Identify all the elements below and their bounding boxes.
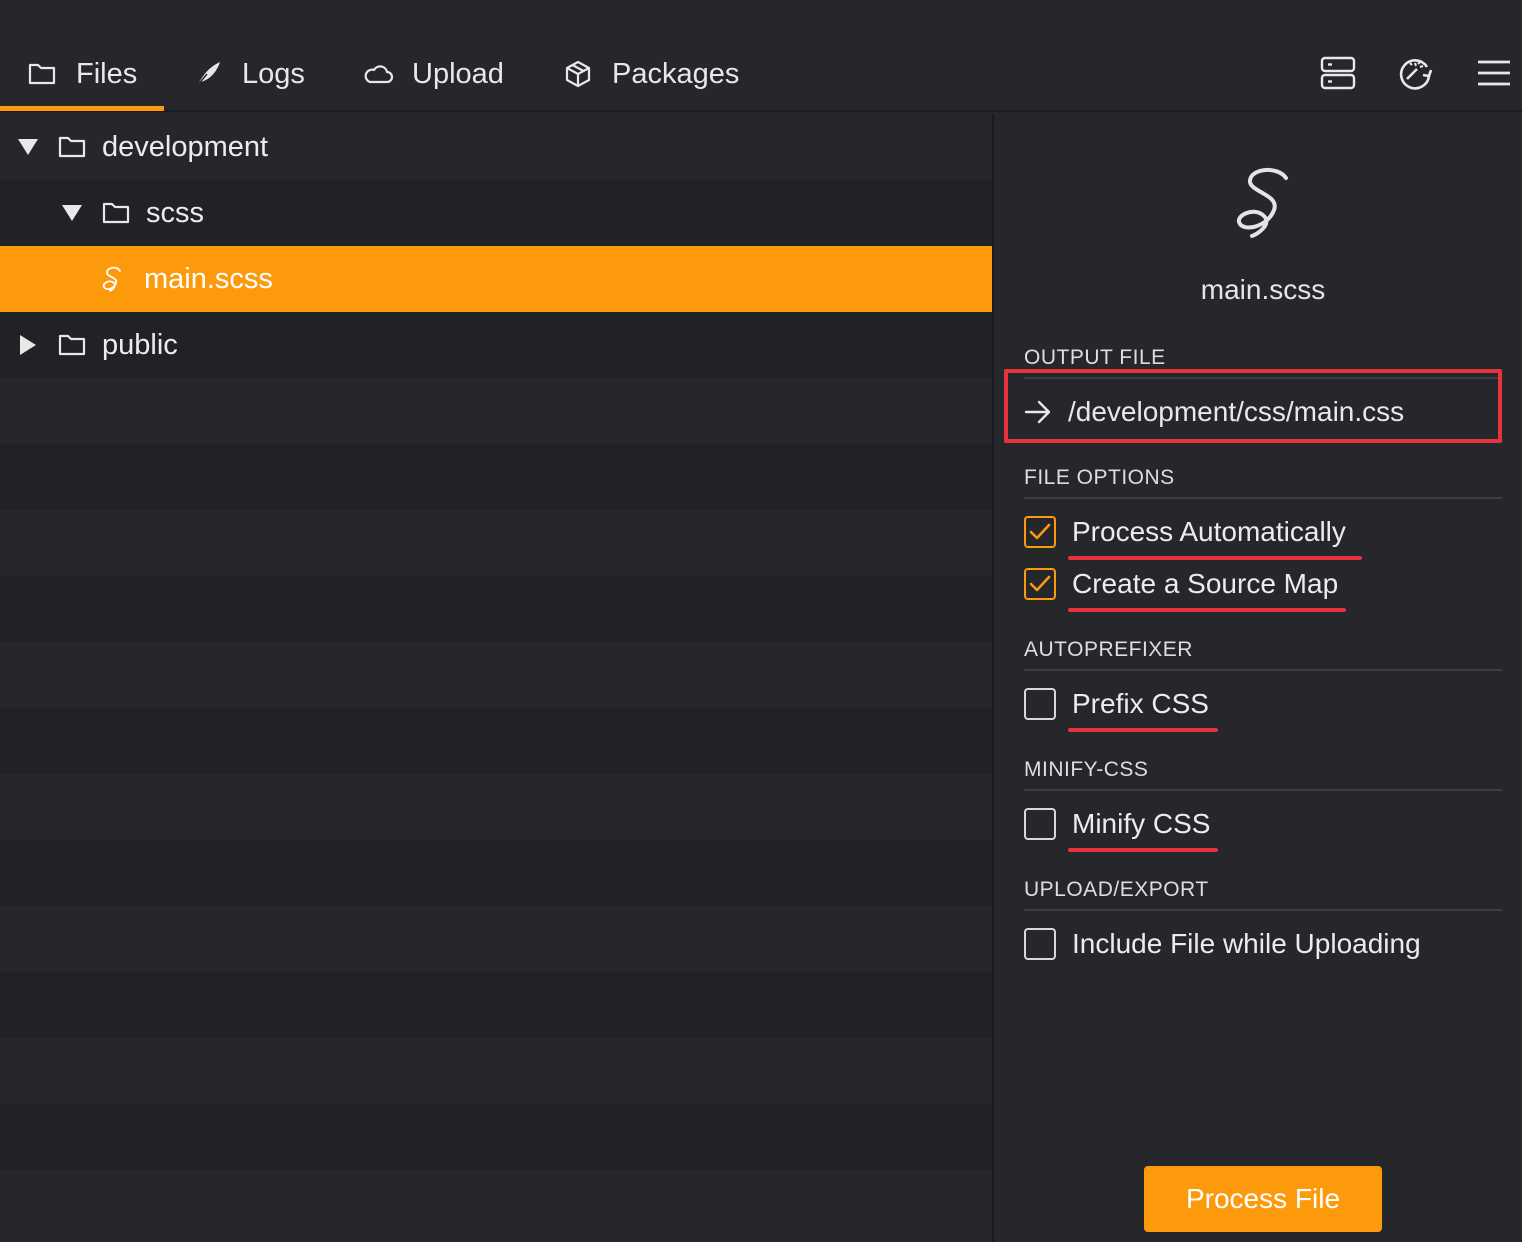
section-divider <box>1024 789 1502 791</box>
file-inspector-panel: main.scss OUTPUT FILE /development/css/m… <box>994 114 1522 1242</box>
empty-row <box>0 576 992 642</box>
folder-icon <box>26 58 58 90</box>
tree-folder-scss[interactable]: scss <box>60 180 204 246</box>
checkbox-unchecked[interactable] <box>1024 688 1056 720</box>
minify-css-option[interactable]: Minify CSS <box>1024 804 1218 852</box>
tab-label: Upload <box>412 57 504 90</box>
section-divider <box>1024 497 1502 499</box>
prefix-css-option[interactable]: Prefix CSS <box>1024 684 1218 732</box>
top-tab-bar: Files Logs Upload Packages <box>0 0 1522 112</box>
annotation-underline <box>1068 848 1218 852</box>
tree-item-label: scss <box>146 196 204 229</box>
section-divider <box>1024 909 1502 911</box>
empty-row <box>0 1038 992 1104</box>
file-tree: development scss main.scss public <box>0 114 992 1242</box>
output-path-text: /development/css/main.css <box>1068 396 1405 427</box>
empty-row <box>0 708 992 774</box>
option-label-wrap: Create a Source Map <box>1068 568 1346 612</box>
refresh-build-icon[interactable] <box>1394 52 1436 94</box>
option-label-wrap: Minify CSS <box>1068 808 1218 852</box>
tab-files[interactable]: Files <box>26 48 137 100</box>
folder-icon <box>58 330 88 360</box>
caret-right-icon[interactable] <box>16 333 40 357</box>
annotation-underline <box>1068 728 1218 732</box>
folder-icon <box>102 198 132 228</box>
tree-item-label: main.scss <box>144 262 273 295</box>
checkbox-unchecked[interactable] <box>1024 808 1056 840</box>
checkbox-unchecked[interactable] <box>1024 928 1056 960</box>
tree-folder-public[interactable]: public <box>16 312 178 378</box>
empty-row <box>0 774 992 840</box>
package-icon <box>562 58 594 90</box>
empty-row <box>0 906 992 972</box>
option-label: Create a Source Map <box>1072 568 1339 599</box>
sass-logo-icon <box>1224 164 1300 244</box>
checkbox-checked[interactable] <box>1024 568 1056 600</box>
active-tab-indicator <box>0 106 164 111</box>
tree-folder-development[interactable]: development <box>16 114 268 180</box>
caret-down-icon[interactable] <box>60 201 84 225</box>
tab-label: Files <box>76 57 138 90</box>
section-divider <box>1024 669 1502 671</box>
tree-row-selected[interactable]: main.scss <box>0 246 992 312</box>
process-automatically-option[interactable]: Process Automatically <box>1024 512 1362 560</box>
output-file-path[interactable]: /development/css/main.css <box>1024 390 1404 434</box>
caret-down-icon[interactable] <box>16 135 40 159</box>
menu-icon[interactable] <box>1473 52 1515 94</box>
process-file-button[interactable]: Process File <box>1144 1166 1382 1232</box>
empty-row <box>0 510 992 576</box>
section-title-autoprefixer: AUTOPREFIXER <box>1024 638 1193 661</box>
tree-row[interactable]: development <box>0 114 992 180</box>
section-title-file-options: FILE OPTIONS <box>1024 466 1175 489</box>
tree-file-main-scss[interactable]: main.scss <box>100 246 273 312</box>
option-label: Minify CSS <box>1072 808 1211 839</box>
annotation-underline <box>1068 556 1362 560</box>
option-label: Include File while Uploading <box>1072 928 1421 959</box>
empty-row <box>0 1104 992 1170</box>
include-upload-option[interactable]: Include File while Uploading <box>1024 924 1421 964</box>
section-title-output: OUTPUT FILE <box>1024 346 1166 369</box>
option-label-wrap: Process Automatically <box>1068 516 1362 560</box>
feather-icon <box>192 58 224 90</box>
tree-item-label: development <box>102 130 269 163</box>
checkbox-checked[interactable] <box>1024 516 1056 548</box>
tab-upload[interactable]: Upload <box>362 48 504 100</box>
option-label-wrap: Prefix CSS <box>1068 688 1218 732</box>
tree-row[interactable]: public <box>0 312 992 378</box>
server-icon[interactable] <box>1317 52 1359 94</box>
empty-row <box>0 972 992 1038</box>
tree-row[interactable]: scss <box>0 180 992 246</box>
cloud-icon <box>362 58 394 90</box>
folder-icon <box>58 132 88 162</box>
tree-item-label: public <box>102 328 178 361</box>
empty-row <box>0 642 992 708</box>
tab-label: Logs <box>242 57 305 90</box>
sass-icon <box>100 264 130 294</box>
annotation-underline <box>1068 608 1346 612</box>
empty-row <box>0 1170 992 1236</box>
empty-row <box>0 840 992 906</box>
arrow-right-icon <box>1024 397 1054 427</box>
option-label: Process Automatically <box>1072 516 1346 547</box>
section-title-minify: MINIFY-CSS <box>1024 758 1149 781</box>
tab-logs[interactable]: Logs <box>192 48 305 100</box>
option-label: Prefix CSS <box>1072 688 1209 719</box>
source-map-option[interactable]: Create a Source Map <box>1024 564 1346 612</box>
empty-row <box>0 378 992 444</box>
inspector-file-name: main.scss <box>1200 274 1326 305</box>
empty-row <box>0 444 992 510</box>
tab-label: Packages <box>612 57 740 90</box>
section-title-upload-export: UPLOAD/EXPORT <box>1024 878 1209 901</box>
tab-packages[interactable]: Packages <box>562 48 739 100</box>
